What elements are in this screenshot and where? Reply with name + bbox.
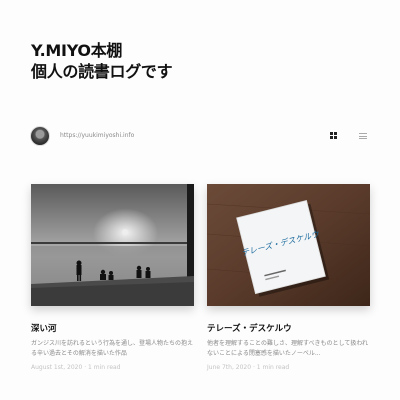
- post-read-time: 1 min read: [88, 364, 121, 371]
- post-thumbnail[interactable]: [31, 184, 194, 306]
- grid-view-button[interactable]: [328, 130, 340, 142]
- post-date: August 1st, 2020: [31, 364, 83, 371]
- post-title[interactable]: 深い河: [31, 322, 57, 334]
- avatar[interactable]: [30, 126, 50, 146]
- post-excerpt: ガンジス川を訪れるという行為を通し、登場人物たちの抱える辛い過去とその解消を描い…: [31, 340, 194, 357]
- post-thumbnail[interactable]: テレーズ・デスケルウ: [207, 184, 370, 306]
- site-title[interactable]: Y.MIYO本棚 個人の読書ログです: [31, 40, 173, 82]
- post-meta: August 1st, 2020 · 1 min read: [31, 364, 121, 371]
- list-view-button[interactable]: [357, 130, 369, 142]
- post-meta: June 7th, 2020 · 1 min read: [207, 364, 289, 371]
- post-title[interactable]: テレーズ・デスケルウ: [207, 322, 292, 334]
- grid-view-icon: [328, 130, 340, 141]
- post-date: June 7th, 2020: [207, 364, 252, 371]
- list-view-icon: [357, 130, 369, 144]
- author-bar: https://yuukimiyoshi.info: [30, 124, 370, 148]
- post-card[interactable]: 深い河 ガンジス川を訪れるという行為を通し、登場人物たちの抱える辛い過去とその解…: [31, 184, 194, 371]
- post-excerpt: 他者を理解することの難しさ、理解すべきものとして扱われないことによる閉塞感を描い…: [207, 340, 369, 357]
- site-title-line-1[interactable]: Y.MIYO本棚: [31, 40, 172, 61]
- post-read-time: 1 min read: [256, 364, 290, 371]
- post-card[interactable]: テレーズ・デスケルウ テレーズ・デスケルウ 他者を理解することの難しさ、理解すべ…: [207, 184, 370, 371]
- author-url-link[interactable]: https://yuukimiyoshi.info: [60, 132, 134, 139]
- site-title-line-2: 個人の読書ログです: [31, 62, 173, 81]
